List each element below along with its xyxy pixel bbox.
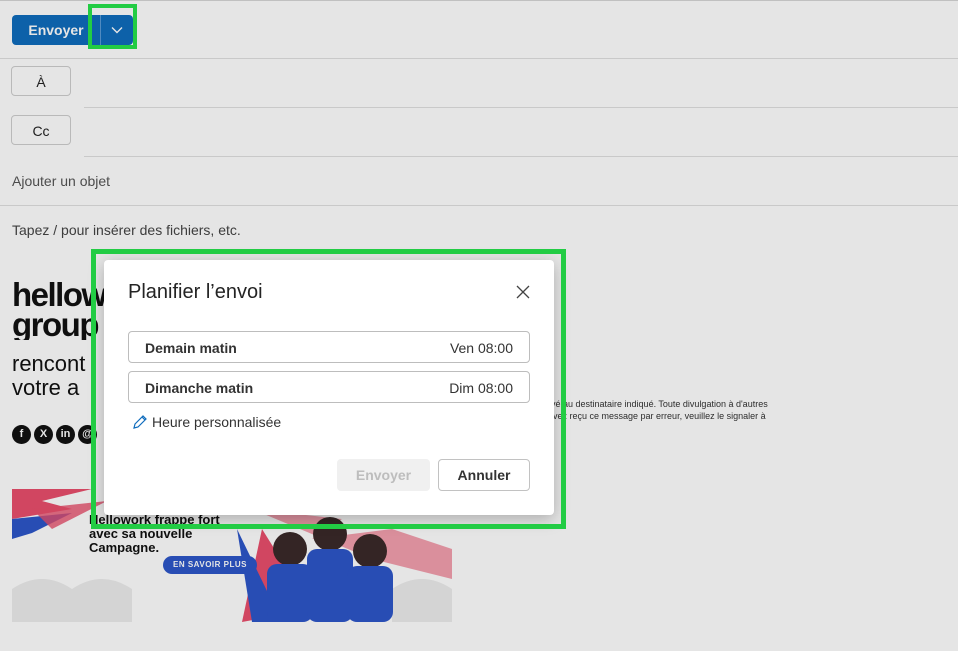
highlight-frame [88,4,137,49]
highlight-frame [91,249,566,529]
